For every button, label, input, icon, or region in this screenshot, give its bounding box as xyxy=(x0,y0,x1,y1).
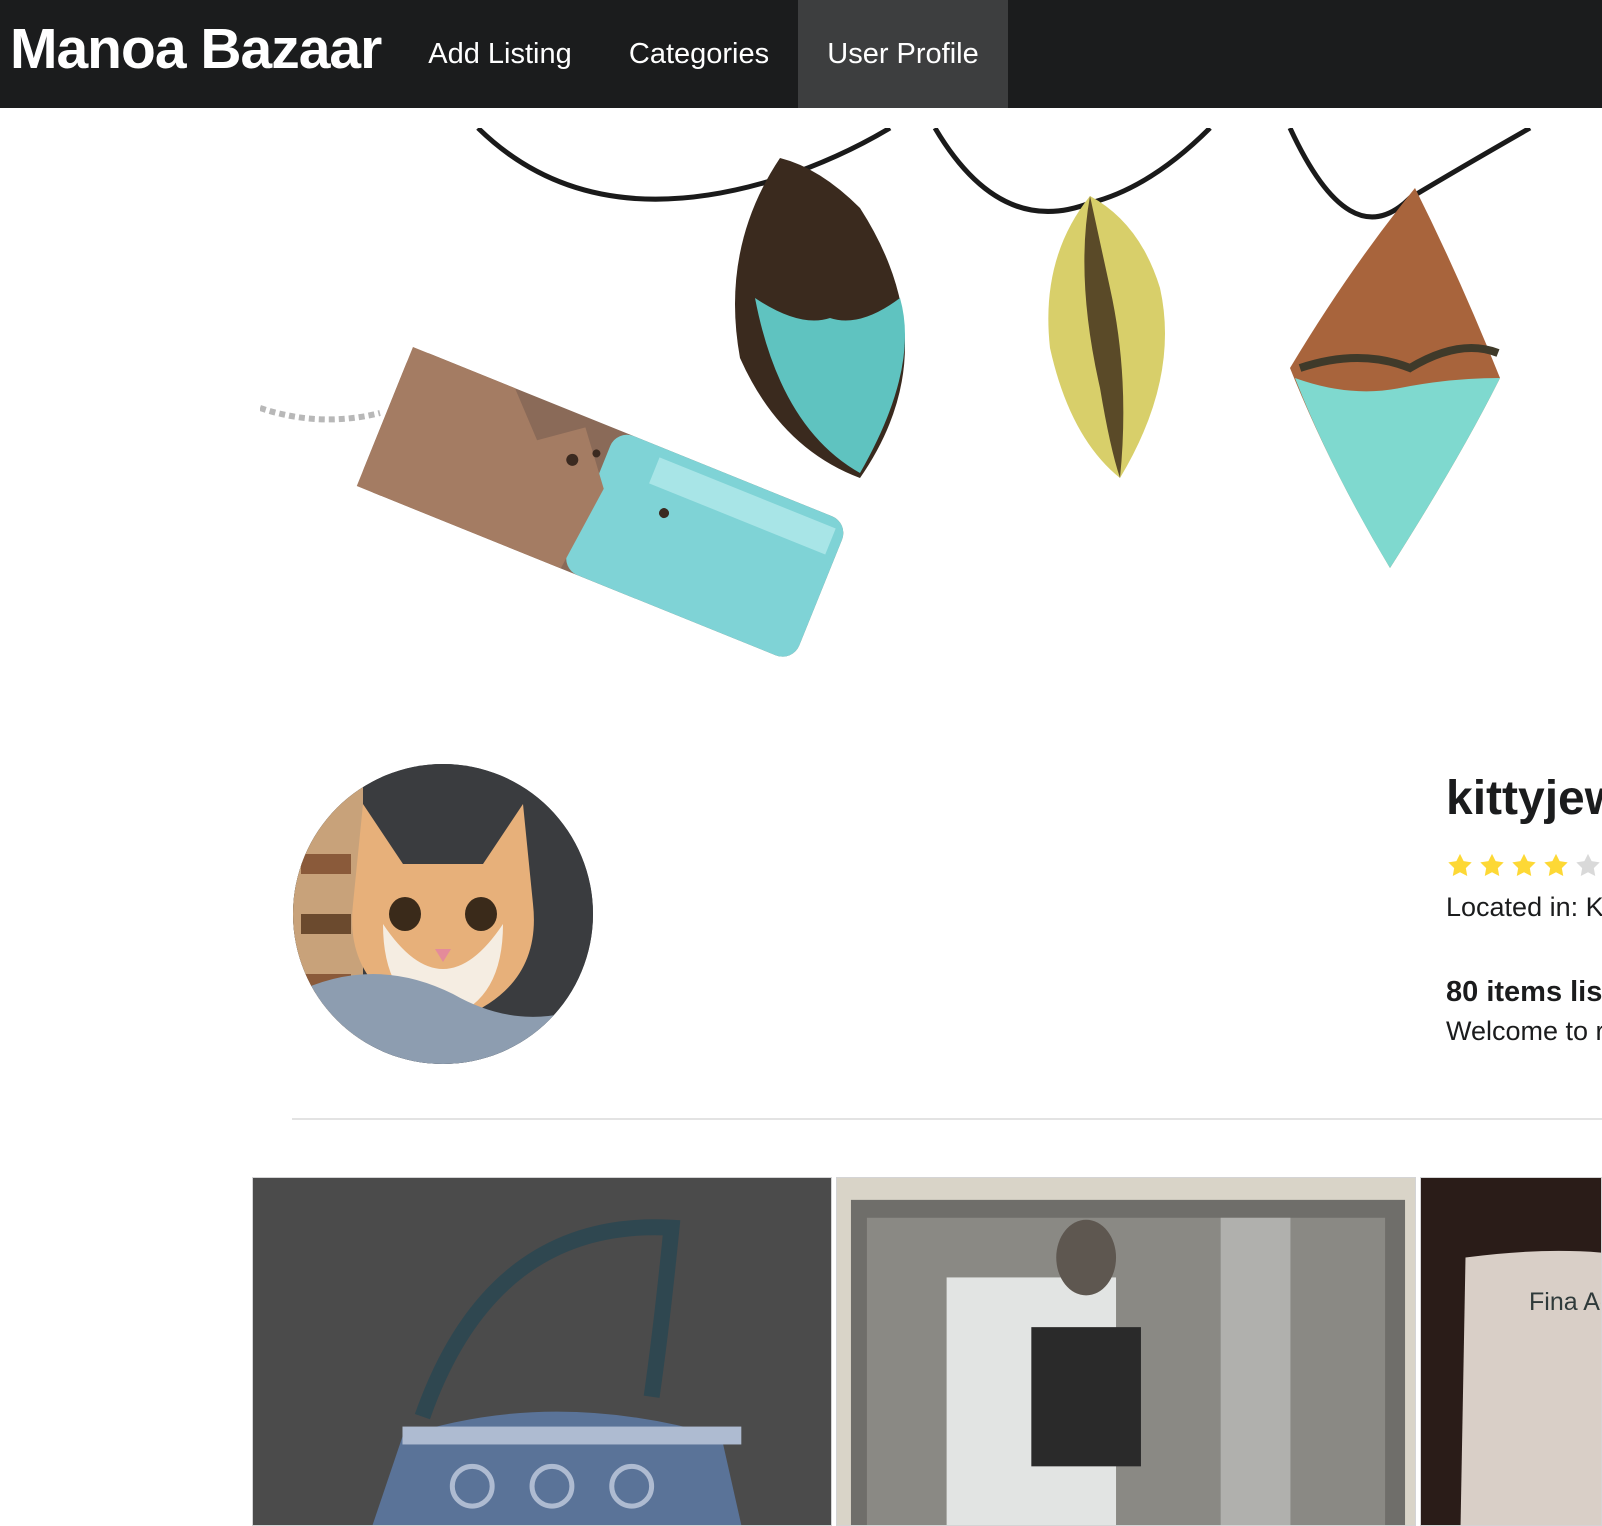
rating-stars xyxy=(1446,850,1602,884)
listing-card[interactable] xyxy=(252,1177,832,1526)
divider xyxy=(292,1118,1602,1120)
profile-bio: Welcome to r xyxy=(1446,1016,1602,1046)
listing-image-handbag xyxy=(253,1178,831,1525)
nav-add-listing[interactable]: Add Listing xyxy=(400,0,600,108)
star-filled-icon xyxy=(1478,850,1506,881)
listing-card[interactable] xyxy=(836,1177,1416,1526)
nav-categories[interactable]: Categories xyxy=(600,0,798,108)
location-text: Located in: K xyxy=(1446,892,1602,922)
avatar xyxy=(293,764,593,1064)
navbar: Manoa Bazaar Add Listing Categories User… xyxy=(0,0,1602,108)
star-empty-icon xyxy=(1574,850,1602,881)
profile-info: kittyjew Located in: K 80 items list Wel… xyxy=(1446,770,1602,1048)
brand-logo[interactable]: Manoa Bazaar xyxy=(10,16,382,82)
listing-image-textbook xyxy=(1421,1178,1601,1525)
profile-banner-image xyxy=(260,128,1602,698)
username: kittyjew xyxy=(1446,772,1602,825)
nav-user-profile[interactable]: User Profile xyxy=(798,0,1008,108)
star-filled-icon xyxy=(1510,850,1538,881)
star-filled-icon xyxy=(1542,850,1570,881)
listing-image-mirror xyxy=(837,1178,1415,1525)
listing-card[interactable]: Fina Ac xyxy=(1420,1177,1602,1526)
items-listed-count: 80 items list xyxy=(1446,976,1602,1008)
star-filled-icon xyxy=(1446,850,1474,881)
textbook-cover-text: Fina Ac xyxy=(1529,1288,1601,1316)
